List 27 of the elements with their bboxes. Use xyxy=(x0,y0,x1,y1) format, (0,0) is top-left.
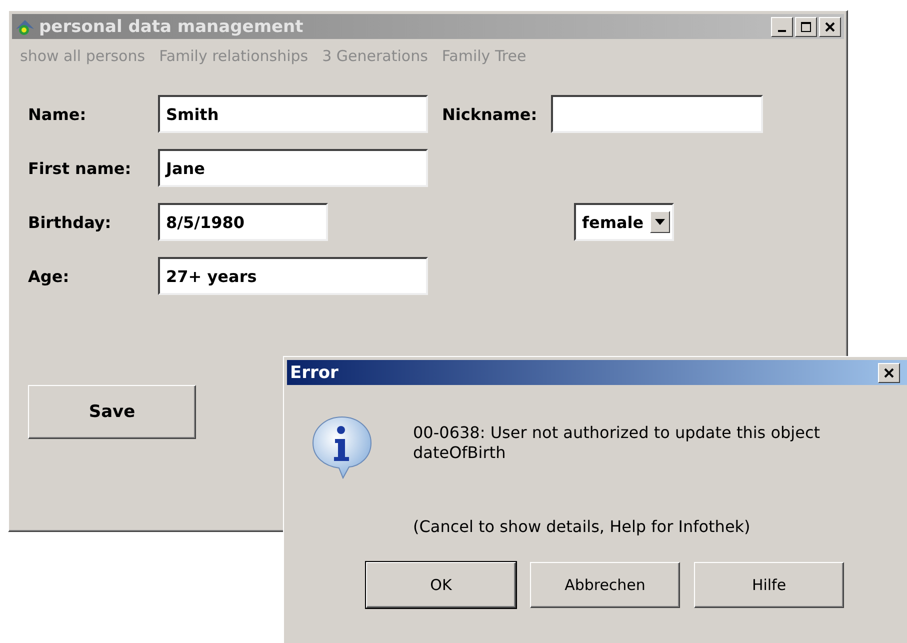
close-icon xyxy=(824,20,836,32)
field-label: Name: xyxy=(28,104,88,126)
field-label: Nickname: xyxy=(442,104,538,124)
save-button[interactable]: Save xyxy=(28,385,196,439)
caret-icon xyxy=(654,219,665,225)
maximize-icon xyxy=(800,20,812,32)
window-title: personal data management xyxy=(39,16,304,36)
dialog-button[interactable]: Abbrechen xyxy=(530,562,680,608)
field-label: Birthday: xyxy=(28,212,112,234)
text-field[interactable] xyxy=(551,95,764,133)
field-label: First name: xyxy=(28,158,132,180)
minimize-icon xyxy=(778,30,786,32)
text-field[interactable]: Jane xyxy=(158,149,428,187)
dialog-button[interactable]: OK xyxy=(366,562,516,608)
info-icon xyxy=(311,415,373,479)
error-message: 00-0638: User not authorized to update this object dateOfBirth xyxy=(413,423,820,464)
hint-text: (Cancel to show details, Help for Infothek) xyxy=(413,517,752,536)
close-button[interactable] xyxy=(878,362,900,382)
app-icon xyxy=(15,18,35,36)
text-field[interactable]: 27+ years xyxy=(158,257,428,295)
text-field[interactable]: 8/5/1980 xyxy=(158,203,328,241)
dialog-title: Error xyxy=(290,362,340,382)
close-icon xyxy=(883,366,895,378)
text-field[interactable]: Smith xyxy=(158,95,428,133)
gender-dropdown[interactable]: female xyxy=(574,203,674,241)
dialog-button[interactable]: Hilfe xyxy=(694,562,844,608)
field-label: Age: xyxy=(28,266,70,288)
